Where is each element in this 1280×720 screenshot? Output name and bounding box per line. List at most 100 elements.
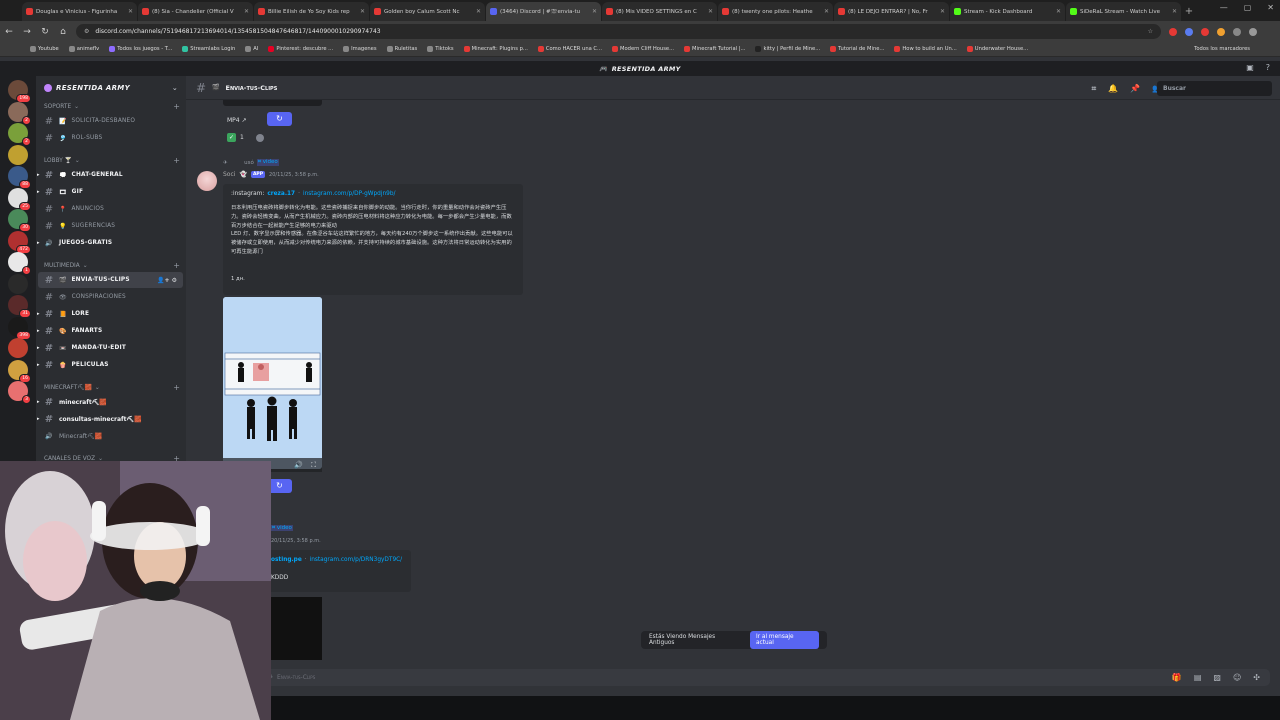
sidebar-channel[interactable]: ▸ # 🍿 peliculas (37, 357, 183, 373)
bookmark[interactable]: animeflv (68, 46, 99, 52)
fullscreen-icon[interactable]: ⛶ (311, 461, 316, 470)
tab-close-icon[interactable]: ✕ (940, 8, 945, 15)
bookmark[interactable]: Pinterest: descubre ... (268, 46, 333, 52)
extension-icon[interactable] (1201, 27, 1209, 36)
inbox-icon[interactable]: ▣ (1246, 63, 1254, 72)
create-channel-icon[interactable]: + (173, 156, 180, 165)
new-tab-icon[interactable]: + (1182, 2, 1196, 21)
sidebar-channel[interactable]: ▸ # 📼 manda-tu-edit (37, 340, 183, 356)
server-icon[interactable]: 398 (8, 316, 31, 340)
server-header[interactable]: RESENTIDA ARMY ⌄ (36, 76, 186, 100)
tab-close-icon[interactable]: ✕ (128, 8, 133, 15)
maximize-icon[interactable]: ▢ (1244, 3, 1252, 12)
bookmark[interactable]: Minecraft: Plugins p... (463, 46, 528, 52)
channel-category[interactable]: LOBBY 🍸 ⌄ + (44, 156, 180, 165)
channel-settings-icon[interactable]: 👤+ ⚙ (157, 277, 177, 284)
server-icon[interactable]: 1 (8, 252, 31, 275)
sidebar-channel[interactable]: # 📝 Solicita-Desbaneo (38, 113, 183, 129)
reply-username[interactable] (231, 160, 242, 166)
volume-icon[interactable]: 🔊 (294, 461, 303, 469)
server-icon[interactable]: 30 (8, 209, 31, 232)
star-icon[interactable]: ☆ (1148, 28, 1153, 35)
chevron-down-icon[interactable]: ⌄ (172, 84, 178, 92)
embed-username[interactable]: osting.pe (271, 557, 302, 563)
site-info-icon[interactable]: ⚙ (84, 28, 89, 35)
create-channel-icon[interactable]: + (173, 383, 180, 392)
bookmark[interactable]: Como HACER una C... (537, 46, 602, 52)
tab-close-icon[interactable]: ✕ (1056, 8, 1061, 15)
sidebar-channel[interactable]: # 📍 Anuncios (38, 201, 183, 217)
browser-tab[interactable]: Stream - Kick Dashboard ✕ (950, 2, 1065, 21)
bookmark[interactable]: AI (245, 46, 258, 52)
tab-close-icon[interactable]: ✕ (476, 8, 481, 15)
pin-icon[interactable]: 📌 (1130, 84, 1140, 94)
extension-icon[interactable] (1217, 27, 1225, 36)
server-icon[interactable] (8, 273, 28, 294)
sidebar-channel[interactable]: # 🎐 rol-subs (38, 130, 183, 146)
threads-icon[interactable]: ⌗ (1092, 84, 1097, 94)
embed-username[interactable]: creza.17 (267, 191, 295, 197)
jump-to-present-button[interactable]: Ir al mensaje actual (749, 631, 819, 649)
reaction[interactable]: ✓ 1 (223, 131, 248, 144)
sidebar-channel[interactable]: # 👁 Conspiraciones (38, 289, 183, 305)
sidebar-channel[interactable]: ▸ # 🎞 GIF (37, 184, 183, 200)
bookmark[interactable]: kitty | Perfil de Mine... (755, 46, 820, 52)
browser-tab[interactable]: SiDeRaL Stream - Watch Live ✕ (1066, 2, 1181, 21)
server-icon[interactable]: 472 (8, 230, 31, 254)
sidebar-channel[interactable]: ▸ # minecraft⛏🧱 (37, 394, 183, 410)
sticker-icon[interactable]: ▨ (1213, 673, 1221, 682)
sidebar-channel[interactable]: # 🎬 Envia-tus-Clips 👤+ ⚙ (38, 272, 183, 288)
server-icon[interactable]: 31 (8, 295, 31, 318)
extension-icon[interactable] (1185, 27, 1193, 36)
reply-command[interactable]: ⌗ video (256, 159, 279, 166)
browser-tab[interactable]: Douglas e Vinicius - Figurinha ✕ (22, 2, 137, 21)
tab-close-icon[interactable]: ✕ (708, 8, 713, 15)
create-channel-icon[interactable]: + (173, 261, 180, 270)
apps-icon[interactable]: ✣ (1253, 673, 1260, 682)
bookmark[interactable]: Tiktoks (427, 46, 454, 52)
tab-close-icon[interactable]: ✕ (244, 8, 249, 15)
embed-link[interactable]: instagram.com/p/DP-gWpdjn9b/ (303, 191, 396, 197)
server-icon[interactable]: 2 (8, 101, 31, 125)
opera-icon[interactable] (1169, 27, 1177, 36)
browser-tab[interactable]: (8) Mis VIDEO SETTINGS en C ✕ (602, 2, 717, 21)
sidebar-channel[interactable]: ▸ # 🎨 fanarts (37, 323, 183, 339)
sidebar-channel[interactable]: # 💡 sugerencias (38, 218, 183, 234)
refresh-button[interactable]: ↻ (267, 112, 292, 126)
bell-icon[interactable]: 🔔 (1108, 84, 1118, 94)
tab-close-icon[interactable]: ✕ (824, 8, 829, 15)
channel-category[interactable]: MINECRAFT⛏🧱 ⌄ + (44, 383, 180, 392)
server-icon[interactable] (8, 144, 28, 165)
sidebar-channel[interactable]: ▸ # consultas-minecraft⛏🧱 (37, 411, 183, 427)
server-icon[interactable]: 16 (8, 359, 31, 383)
server-icon[interactable]: 3 (8, 381, 31, 404)
all-bookmarks[interactable]: Todos los marcadores (1194, 46, 1250, 52)
browser-tab[interactable]: Golden boy Calum Scott Nc ✕ (370, 2, 485, 21)
tab-close-icon[interactable]: ✕ (592, 8, 597, 15)
url-bar[interactable]: ⚙ discord.com/channels/75194681721369401… (76, 24, 1161, 39)
sidebar-channel[interactable]: ▸ 🔊 juegos-gratis (37, 235, 183, 251)
gif-icon[interactable]: ▤ (1194, 673, 1202, 682)
bookmark[interactable]: Youtube (30, 46, 59, 52)
bookmark[interactable]: Tutorial de Mine... (830, 46, 884, 52)
video-attachment[interactable] (223, 297, 322, 469)
browser-tab[interactable]: Billie Eilish de Yo Soy Kids rep ✕ (254, 2, 369, 21)
help-icon[interactable]: ? (1266, 63, 1270, 72)
server-icon[interactable]: 88 (8, 166, 31, 189)
browser-tab[interactable]: (8) Sia - Chandelier (Official V ✕ (138, 2, 253, 21)
server-icon[interactable]: 2 (8, 123, 31, 146)
create-channel-icon[interactable]: + (173, 102, 180, 111)
home-icon[interactable]: ⌂ (58, 27, 68, 37)
bookmark[interactable]: Streamlabs Login (182, 46, 235, 52)
sidebar-channel[interactable]: 🔊 Minecraft⛏🧱 (38, 428, 183, 444)
search-input[interactable]: Buscar (1157, 81, 1272, 96)
bookmark[interactable]: Ruletitas (386, 46, 417, 52)
reply-command[interactable]: ⌗ video (271, 525, 293, 531)
browser-tab[interactable]: (8) twenty one pilots: Heathe ✕ (718, 2, 833, 21)
bookmark[interactable]: Todos los juegos - T... (109, 46, 172, 52)
reload-icon[interactable]: ↻ (40, 27, 50, 37)
server-icon[interactable] (8, 338, 28, 358)
close-icon[interactable]: ✕ (1267, 3, 1274, 12)
add-reaction-icon[interactable] (256, 134, 264, 142)
mp4-link[interactable]: MP4 ↗ (223, 114, 251, 127)
